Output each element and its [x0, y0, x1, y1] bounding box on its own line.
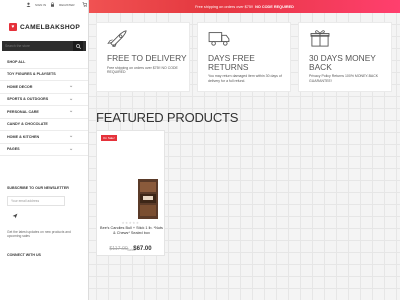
- feature-description: Free shipping on orders over $75!! NO CO…: [107, 65, 178, 75]
- rating-stars: ★★★★★: [121, 221, 140, 225]
- cart-icon[interactable]: [82, 2, 87, 7]
- menu-item-home-kitchen[interactable]: HOME & KITCHEN ⌄: [0, 131, 88, 144]
- menu-item-label: HOME DECOR: [7, 84, 33, 89]
- feature-free-returns: DAYS FREE RETURNS You may return damaged…: [197, 22, 291, 92]
- newsletter-title: SUBSCRIBE TO OUR NEWSLETTER: [7, 186, 69, 190]
- chevron-down-icon[interactable]: ⌄: [69, 84, 74, 89]
- newsletter-email-field[interactable]: Your email address: [7, 196, 65, 206]
- rocket-icon: [107, 30, 127, 49]
- menu-item-sports-outdoors[interactable]: SPORTS & OUTDOORS ⌄: [0, 94, 88, 106]
- logo-mark-icon: ♥: [9, 23, 17, 31]
- menu-item-label: TOY FIGURES & PLAYSETS: [7, 72, 56, 77]
- search-button[interactable]: [73, 41, 83, 51]
- promo-text: Free shipping on orders over $75!!: [195, 4, 254, 9]
- search-icon: [75, 43, 81, 49]
- promo-highlight: NO CODE REQUIRED: [255, 4, 294, 9]
- brand-name: CAMELBAKSHOP: [20, 23, 81, 31]
- product-name[interactable]: Bee's Candies Bull + Stick 1 lb. *Nuts &…: [100, 226, 163, 235]
- sign-in-link[interactable]: SIGN IN: [35, 3, 46, 7]
- user-icon: [26, 2, 31, 7]
- sold-label: Sold: [127, 248, 134, 252]
- menu-item-candy-chocolate[interactable]: CANDY & CHOCOLATE: [0, 119, 88, 131]
- product-prices: $117.00 $67.00: [97, 237, 164, 255]
- menu-item-personal-care[interactable]: PERSONAL CARE ⌄: [0, 106, 88, 119]
- account-links: SIGN IN REGISTER: [0, 0, 88, 9]
- category-menu: SHOP ALL TOY FIGURES & PLAYSETS HOME DEC…: [0, 56, 88, 156]
- gift-icon: [310, 30, 330, 47]
- product-card[interactable]: On Sale! ★★★★★ Bee's Candies Bull + Stic…: [96, 130, 165, 256]
- menu-item-home-decor[interactable]: HOME DECOR ⌄: [0, 81, 88, 94]
- menu-item-label: SPORTS & OUTDOORS: [7, 97, 49, 102]
- feature-money-back: 30 DAYS MONEY BACK Privacy Policy Return…: [298, 22, 392, 92]
- newsletter-section: SUBSCRIBE TO OUR NEWSLETTER Your email a…: [0, 156, 88, 239]
- feature-title: 30 DAYS MONEY BACK: [309, 53, 376, 72]
- sidebar: SIGN IN REGISTER ♥ CAMELBAKSHOP SHOP ALL…: [0, 0, 89, 300]
- menu-item-toy-figures[interactable]: TOY FIGURES & PLAYSETS: [0, 69, 88, 81]
- lock-icon: [51, 2, 55, 7]
- menu-item-label: PERSONAL CARE: [7, 109, 39, 114]
- feature-title: DAYS FREE RETURNS: [208, 53, 255, 72]
- feature-free-delivery: FREE TO DELIVERY Free shipping on orders…: [96, 22, 190, 92]
- feature-title: FREE TO DELIVERY: [107, 53, 187, 63]
- menu-item-label: CANDY & CHOCOLATE: [7, 122, 48, 127]
- feature-description: Privacy Policy Returns 100% MONEY-BACK G…: [309, 74, 379, 83]
- promo-bar: Free shipping on orders over $75!! NO CO…: [89, 0, 400, 13]
- chevron-down-icon[interactable]: ⌄: [69, 96, 74, 102]
- newsletter-description: Get the latest updates on new products a…: [7, 230, 71, 239]
- search-bar: [2, 41, 86, 51]
- chevron-down-icon[interactable]: ⌄: [69, 146, 74, 152]
- feature-description: You may return damaged item within 30 da…: [208, 74, 282, 83]
- chevron-down-icon[interactable]: ⌄: [69, 109, 74, 114]
- send-icon[interactable]: [12, 213, 18, 219]
- connect-title: CONNECT WITH US: [7, 252, 41, 257]
- chevron-down-icon[interactable]: ⌄: [69, 134, 74, 139]
- menu-item-shop-all[interactable]: SHOP ALL: [0, 56, 88, 69]
- brand-logo[interactable]: ♥ CAMELBAKSHOP: [0, 9, 88, 39]
- menu-item-label: PAGES: [7, 147, 20, 152]
- sale-badge: On Sale!: [101, 135, 117, 141]
- features-row: FREE TO DELIVERY Free shipping on orders…: [96, 22, 393, 94]
- register-link[interactable]: REGISTER: [59, 3, 74, 7]
- product-image[interactable]: [137, 179, 159, 219]
- truck-icon: [208, 32, 230, 46]
- menu-item-label: HOME & KITCHEN: [7, 134, 40, 139]
- menu-item-label: SHOP ALL: [7, 59, 26, 64]
- search-input[interactable]: [5, 44, 65, 48]
- menu-item-pages[interactable]: PAGES ⌄: [0, 144, 88, 156]
- section-title: FEATURED PRODUCTS: [96, 110, 239, 125]
